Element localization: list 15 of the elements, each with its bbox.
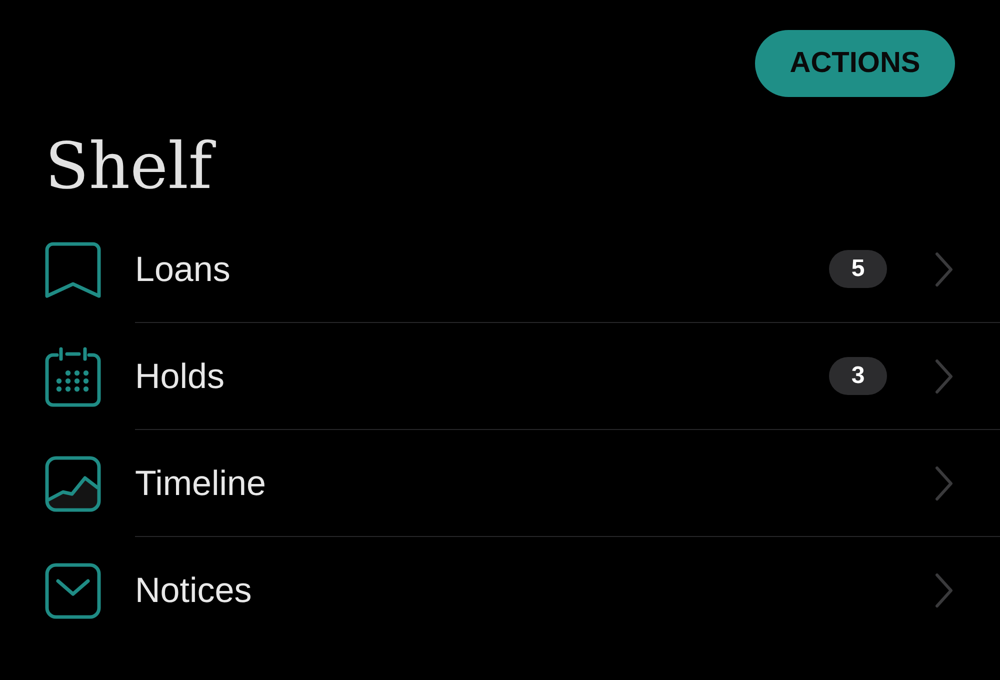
actions-button[interactable]: ACTIONS [755,30,955,97]
count-badge: 3 [829,357,887,395]
calendar-icon [45,346,101,406]
list-item-label[interactable]: Timeline [135,466,266,500]
chevron-right-icon [935,573,953,608]
list-item-label[interactable]: Holds [135,358,224,394]
list-item-label[interactable]: Loans [135,252,230,286]
area-chart-icon [45,456,101,512]
count-badge: 5 [829,250,887,288]
list-item-label[interactable]: Notices [135,573,252,608]
chevron-right-icon [935,252,953,286]
chevron-right-icon [935,358,953,394]
bookmark-icon [45,242,101,298]
chevron-right-icon [935,466,953,500]
envelope-icon [45,562,101,618]
